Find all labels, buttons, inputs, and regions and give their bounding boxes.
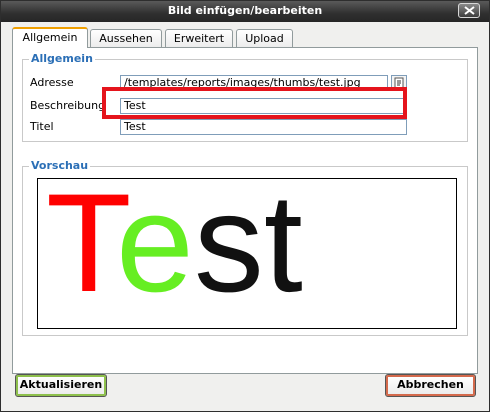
dialog-body: Allgemein Aussehen Erweitert Upload Allg… [1, 22, 489, 411]
tab-allgemein[interactable]: Allgemein [12, 27, 88, 48]
browse-button[interactable] [391, 75, 407, 91]
close-icon [464, 6, 475, 15]
tab-erweitert[interactable]: Erweitert [165, 29, 233, 47]
close-button[interactable] [458, 3, 480, 18]
preview-legend: Vorschau [29, 159, 91, 173]
tab-aussehen[interactable]: Aussehen [90, 29, 162, 47]
preview-fieldset: Vorschau Test [22, 159, 468, 336]
title-field[interactable]: Test [120, 119, 407, 135]
title-label: Titel [30, 120, 54, 133]
description-label: Beschreibung [30, 99, 106, 112]
cancel-button[interactable]: Abbrechen [385, 374, 476, 397]
preview-area: Test [37, 178, 457, 329]
preview-letter: e [116, 179, 194, 321]
tab-upload[interactable]: Upload [236, 29, 293, 47]
update-button[interactable]: Aktualisieren [15, 374, 107, 397]
dialog-titlebar: Bild einfügen/bearbeiten [1, 1, 489, 22]
image-dialog: Bild einfügen/bearbeiten Allgemein Ausse… [0, 0, 490, 412]
preview-letter: t [264, 179, 303, 321]
tab-label: Upload [245, 32, 284, 45]
tab-panel-allgemein: Allgemein Adresse /templates/reports/ima… [12, 47, 478, 374]
preview-letter: s [194, 179, 264, 321]
address-label: Adresse [30, 76, 74, 89]
general-fieldset: Allgemein Adresse /templates/reports/ima… [22, 52, 468, 142]
browse-icon [394, 77, 404, 89]
description-field[interactable]: Test [120, 98, 407, 114]
preview-image: Test [46, 179, 303, 321]
general-legend: Allgemein [29, 52, 95, 66]
svg-text:Test: Test [46, 179, 303, 321]
dialog-title: Bild einfügen/bearbeiten [167, 4, 323, 17]
address-field[interactable]: /templates/reports/images/thumbs/test.jp… [120, 75, 388, 91]
tab-label: Allgemein [22, 31, 78, 44]
tab-label: Erweitert [173, 32, 225, 45]
tab-label: Aussehen [99, 32, 153, 45]
